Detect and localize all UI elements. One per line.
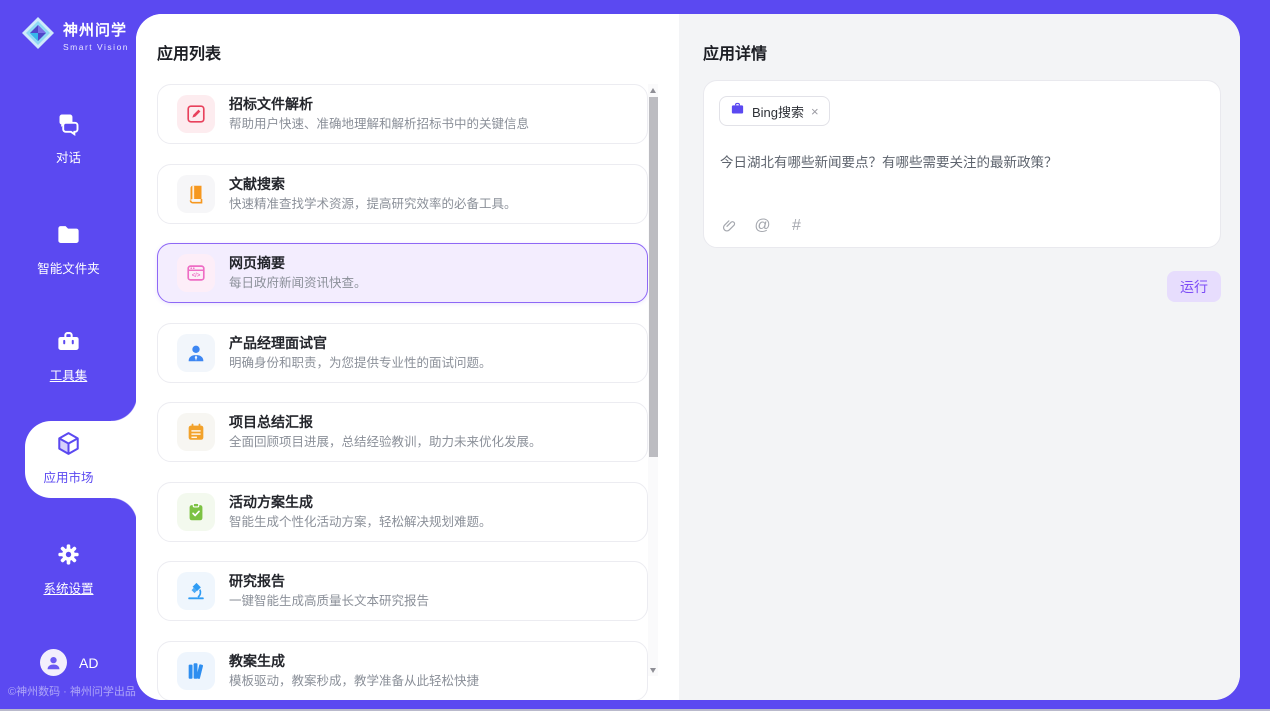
app-item-desc: 明确身份和职责，为您提供专业性的面试问题。 bbox=[229, 357, 492, 370]
app-list-title: 应用列表 bbox=[157, 40, 221, 64]
user-account[interactable]: AD bbox=[40, 649, 98, 676]
sidebar-item-label: 工具集 bbox=[0, 365, 137, 384]
app-item-desc: 每日政府新闻资讯快查。 bbox=[229, 277, 367, 290]
svg-text:</>: </> bbox=[192, 273, 201, 279]
app-window: 神州问学 Smart Vision 对话 智能文件夹 bbox=[0, 0, 1270, 709]
app-list-panel: 应用列表 招标文件解析 帮助用户快速、准确地理解和解析招标书中的关键信息 bbox=[136, 14, 679, 700]
close-icon[interactable]: × bbox=[811, 105, 819, 118]
app-item-desc: 智能生成个性化活动方案，轻松解决规划难题。 bbox=[229, 516, 492, 529]
brand-subtitle: Smart Vision bbox=[63, 42, 129, 52]
chat-icon bbox=[55, 110, 82, 137]
app-item-name: 文献搜索 bbox=[229, 177, 517, 191]
folder-icon bbox=[55, 221, 82, 248]
scrollbar-thumb[interactable] bbox=[649, 97, 658, 457]
sidebar-item-app-market[interactable]: 应用市场 bbox=[0, 430, 137, 486]
avatar bbox=[40, 649, 67, 676]
cube-icon bbox=[55, 430, 82, 457]
app-item-name: 网页摘要 bbox=[229, 256, 367, 270]
app-item-name: 教案生成 bbox=[229, 654, 479, 668]
app-item-desc: 模板驱动，教案秒成，教学准备从此轻松快捷 bbox=[229, 675, 479, 688]
app-list-scrollbar[interactable] bbox=[648, 84, 658, 676]
clipboard-check-icon bbox=[177, 493, 215, 531]
app-item-literature-search[interactable]: 文献搜索 快速精准查找学术资源，提高研究效率的必备工具。 bbox=[157, 164, 648, 224]
person-tie-icon bbox=[177, 334, 215, 372]
prompt-card: Bing搜索 × 今日湖北有哪些新闻要点？有哪些需要关注的最新政策？ @ # bbox=[703, 80, 1221, 248]
app-list: 招标文件解析 帮助用户快速、准确地理解和解析招标书中的关键信息 文献搜索 bbox=[157, 84, 648, 700]
app-item-desc: 快速精准查找学术资源，提高研究效率的必备工具。 bbox=[229, 198, 517, 211]
prompt-input[interactable]: 今日湖北有哪些新闻要点？有哪些需要关注的最新政策？ bbox=[720, 151, 1200, 171]
gear-icon bbox=[55, 541, 82, 568]
hash-icon[interactable]: # bbox=[788, 217, 805, 234]
briefcase-icon bbox=[730, 101, 745, 121]
app-item-bid-analysis[interactable]: 招标文件解析 帮助用户快速、准确地理解和解析招标书中的关键信息 bbox=[157, 84, 648, 144]
browser-code-icon: </> bbox=[177, 254, 215, 292]
bottom-divider bbox=[0, 709, 1270, 711]
book-icon bbox=[177, 175, 215, 213]
app-item-name: 招标文件解析 bbox=[229, 97, 529, 111]
app-item-web-summary[interactable]: </> 网页摘要 每日政府新闻资讯快查。 bbox=[157, 243, 648, 303]
tool-tag-bing-search[interactable]: Bing搜索 × bbox=[719, 96, 830, 126]
sidebar-item-smart-folder[interactable]: 智能文件夹 bbox=[0, 221, 137, 277]
copyright-text: ©神州数码 · 神州问学出品 bbox=[8, 683, 136, 699]
at-icon[interactable]: @ bbox=[754, 217, 771, 234]
calendar-icon bbox=[177, 413, 215, 451]
sidebar-item-label: 应用市场 bbox=[0, 467, 137, 486]
sidebar-item-label: 智能文件夹 bbox=[0, 258, 137, 277]
diamond-logo-icon bbox=[20, 15, 56, 56]
app-item-activity-plan[interactable]: 活动方案生成 智能生成个性化活动方案，轻松解决规划难题。 bbox=[157, 482, 648, 542]
app-item-name: 项目总结汇报 bbox=[229, 415, 542, 429]
app-item-name: 活动方案生成 bbox=[229, 495, 492, 509]
sidebar: 神州问学 Smart Vision 对话 智能文件夹 bbox=[0, 0, 137, 709]
scroll-down-arrow[interactable] bbox=[648, 664, 658, 676]
paperclip-icon[interactable] bbox=[720, 217, 737, 234]
tool-tag-label: Bing搜索 bbox=[752, 102, 804, 121]
sidebar-item-toolset[interactable]: 工具集 bbox=[0, 328, 137, 384]
main-content: 应用列表 招标文件解析 帮助用户快速、准确地理解和解析招标书中的关键信息 bbox=[136, 14, 1240, 700]
app-item-name: 研究报告 bbox=[229, 574, 429, 588]
app-item-desc: 全面回顾项目进展，总结经验教训，助力未来优化发展。 bbox=[229, 436, 542, 449]
sidebar-item-chat[interactable]: 对话 bbox=[0, 110, 137, 166]
sidebar-item-label: 系统设置 bbox=[0, 578, 137, 597]
pen-square-icon bbox=[177, 95, 215, 133]
user-initials: AD bbox=[79, 655, 98, 671]
app-item-pm-interviewer[interactable]: 产品经理面试官 明确身份和职责，为您提供专业性的面试问题。 bbox=[157, 323, 648, 383]
brand-logo: 神州问学 Smart Vision bbox=[20, 15, 129, 56]
brand-name: 神州问学 bbox=[63, 19, 129, 40]
app-item-name: 产品经理面试官 bbox=[229, 336, 492, 350]
app-item-project-report[interactable]: 项目总结汇报 全面回顾项目进展，总结经验教训，助力未来优化发展。 bbox=[157, 402, 648, 462]
app-detail-panel: 应用详情 Bing搜索 × 今日湖北有哪些新闻要点？有哪些需要关注的最新政策？ bbox=[679, 14, 1240, 700]
toolbox-icon bbox=[55, 328, 82, 355]
sidebar-item-settings[interactable]: 系统设置 bbox=[0, 541, 137, 597]
app-item-lesson-plan[interactable]: 教案生成 模板驱动，教案秒成，教学准备从此轻松快捷 bbox=[157, 641, 648, 701]
app-item-desc: 帮助用户快速、准确地理解和解析招标书中的关键信息 bbox=[229, 118, 529, 131]
scroll-up-arrow[interactable] bbox=[648, 84, 658, 96]
microscope-icon bbox=[177, 572, 215, 610]
sidebar-item-label: 对话 bbox=[0, 147, 137, 166]
app-item-research-report[interactable]: 研究报告 一键智能生成高质量长文本研究报告 bbox=[157, 561, 648, 621]
run-button[interactable]: 运行 bbox=[1167, 271, 1221, 302]
app-detail-title: 应用详情 bbox=[703, 40, 767, 64]
books-icon bbox=[177, 652, 215, 690]
app-item-desc: 一键智能生成高质量长文本研究报告 bbox=[229, 595, 429, 608]
composer-toolbar: @ # bbox=[720, 217, 805, 234]
